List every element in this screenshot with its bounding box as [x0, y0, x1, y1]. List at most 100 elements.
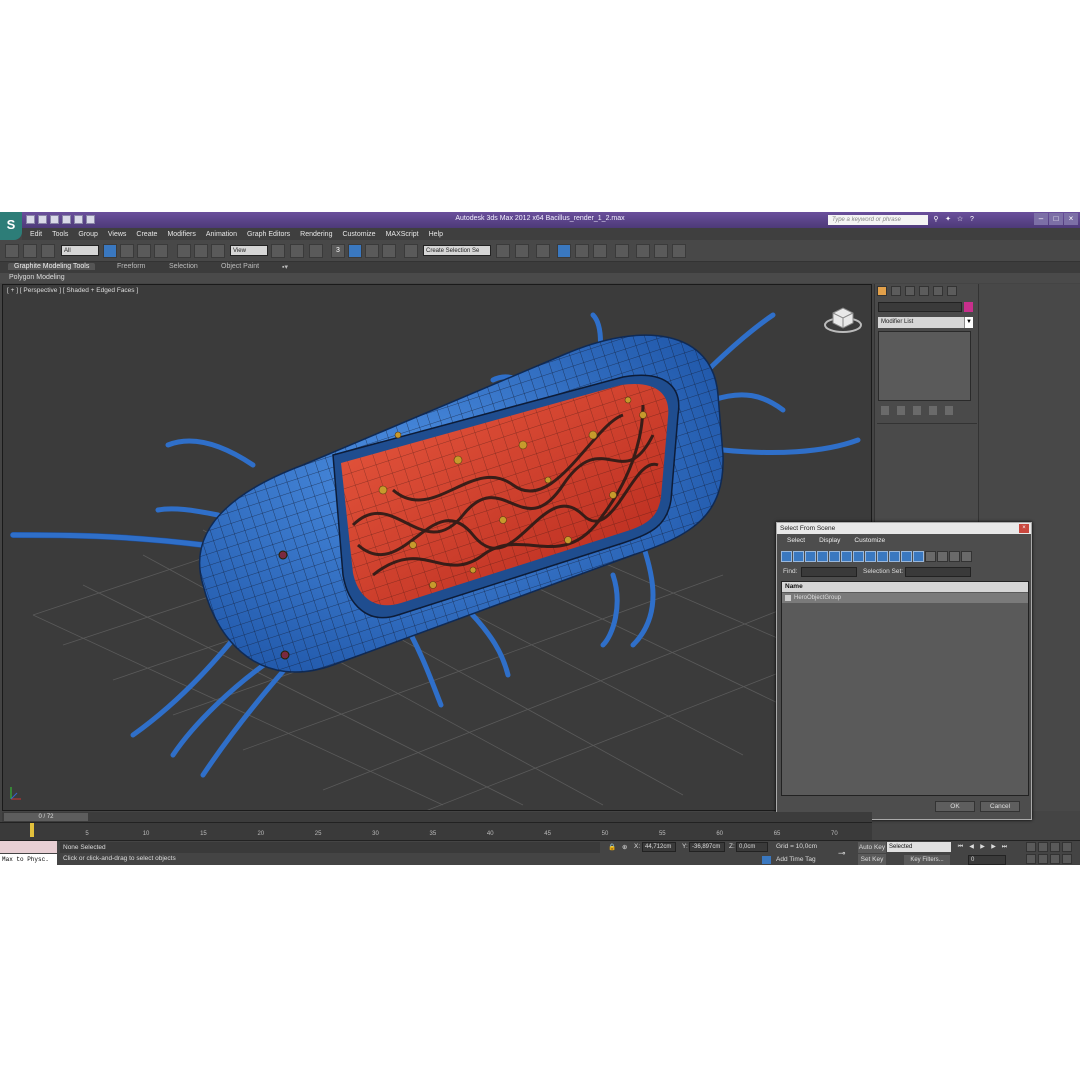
- lock-selection-icon[interactable]: 🔒: [608, 843, 616, 851]
- minimize-icon[interactable]: –: [1034, 213, 1048, 225]
- pin-stack-icon[interactable]: [881, 406, 889, 415]
- zoom-extents-icon[interactable]: [1050, 842, 1060, 852]
- maxscript-listener-input[interactable]: Max to Physc.: [0, 854, 57, 865]
- frozen-filter-icon[interactable]: [901, 551, 912, 562]
- z-coordinate-field[interactable]: 0,0cm: [736, 842, 768, 852]
- menu-customize[interactable]: Customize: [342, 231, 375, 238]
- curve-editor-icon[interactable]: [575, 244, 589, 258]
- select-object-icon[interactable]: [103, 244, 117, 258]
- modifier-list-dropdown[interactable]: Modifier List ▼: [878, 317, 973, 328]
- viewcube[interactable]: [823, 303, 863, 337]
- menu-rendering[interactable]: Rendering: [300, 231, 332, 238]
- time-slider[interactable]: 0 / 72: [2, 812, 872, 822]
- go-to-start-icon[interactable]: ⏮: [956, 843, 965, 851]
- modify-tab-icon[interactable]: [891, 286, 901, 296]
- object-list[interactable]: Name HeroObjectGroup: [781, 581, 1029, 796]
- configure-sets-icon[interactable]: [945, 406, 953, 415]
- bind-spacewarp-icon[interactable]: [41, 244, 55, 258]
- close-window-icon[interactable]: ×: [1064, 213, 1078, 225]
- find-input[interactable]: [801, 567, 857, 577]
- mirror-icon[interactable]: [496, 244, 510, 258]
- pivot-center-icon[interactable]: [271, 244, 285, 258]
- play-icon[interactable]: ▶: [978, 843, 987, 851]
- menu-tools[interactable]: Tools: [52, 231, 68, 238]
- selection-filter-dropdown[interactable]: All: [61, 245, 99, 256]
- communication-icon[interactable]: ☆: [956, 215, 964, 224]
- current-frame-field[interactable]: 0: [968, 855, 1006, 865]
- auto-key-button[interactable]: Auto Key: [858, 842, 886, 853]
- tab-selection[interactable]: Selection: [169, 263, 198, 270]
- binoculars-icon[interactable]: ⚲: [932, 215, 940, 224]
- close-icon[interactable]: ×: [1019, 524, 1029, 533]
- hierarchy-tab-icon[interactable]: [905, 286, 915, 296]
- field-of-view-icon[interactable]: [1026, 854, 1036, 864]
- select-all-icon[interactable]: [925, 551, 936, 562]
- window-crossing-icon[interactable]: [154, 244, 168, 258]
- hidden-filter-icon[interactable]: [913, 551, 924, 562]
- x-coordinate-field[interactable]: 44,712cm: [642, 842, 676, 852]
- time-slider-thumb[interactable]: 0 / 72: [4, 813, 88, 821]
- motion-tab-icon[interactable]: [919, 286, 929, 296]
- material-editor-icon[interactable]: [615, 244, 629, 258]
- utilities-tab-icon[interactable]: [947, 286, 957, 296]
- render-production-icon[interactable]: [672, 244, 686, 258]
- select-scale-icon[interactable]: [211, 244, 225, 258]
- angle-snap-icon[interactable]: [348, 244, 362, 258]
- zoom-extents-all-icon[interactable]: [1062, 842, 1072, 852]
- next-frame-icon[interactable]: ▶: [989, 843, 998, 851]
- filter-icon[interactable]: [961, 551, 972, 562]
- unlink-icon[interactable]: [23, 244, 37, 258]
- menu-maxscript[interactable]: MAXScript: [386, 231, 419, 238]
- pan-view-icon[interactable]: [1038, 854, 1048, 864]
- y-coordinate-field[interactable]: -36,897cm: [689, 842, 725, 852]
- select-manipulate-icon[interactable]: [290, 244, 304, 258]
- ok-button[interactable]: OK: [935, 801, 975, 812]
- selection-set-dropdown[interactable]: [905, 567, 971, 577]
- spinner-snap-icon[interactable]: [382, 244, 396, 258]
- percent-snap-icon[interactable]: [365, 244, 379, 258]
- list-item[interactable]: HeroObjectGroup: [782, 593, 1028, 603]
- menu-modifiers[interactable]: Modifiers: [167, 231, 195, 238]
- maximize-viewport-icon[interactable]: [1062, 854, 1072, 864]
- containers-filter-icon[interactable]: [889, 551, 900, 562]
- schematic-view-icon[interactable]: [593, 244, 607, 258]
- go-to-end-icon[interactable]: ⏭: [1000, 843, 1009, 851]
- menu-create[interactable]: Create: [136, 231, 157, 238]
- subscription-icon[interactable]: ✦: [944, 215, 952, 224]
- transform-mode-icon[interactable]: ⊕: [622, 843, 627, 851]
- tab-graphite-modeling-tools[interactable]: Graphite Modeling Tools: [8, 263, 96, 270]
- panel-polygon-modeling[interactable]: Polygon Modeling: [9, 274, 65, 281]
- remove-modifier-icon[interactable]: [929, 406, 937, 415]
- dialog-menu-display[interactable]: Display: [819, 537, 840, 548]
- xrefs-filter-icon[interactable]: [865, 551, 876, 562]
- search-input[interactable]: Type a keyword or phrase: [828, 215, 928, 225]
- groups-filter-icon[interactable]: [853, 551, 864, 562]
- menu-help[interactable]: Help: [429, 231, 443, 238]
- menu-animation[interactable]: Animation: [206, 231, 237, 238]
- key-mode-dropdown[interactable]: Selected: [887, 842, 951, 852]
- dialog-menu-select[interactable]: Select: [787, 537, 805, 548]
- rectangular-selection-icon[interactable]: [137, 244, 151, 258]
- make-unique-icon[interactable]: [913, 406, 921, 415]
- tab-object-paint[interactable]: Object Paint: [221, 263, 259, 270]
- dialog-menu-customize[interactable]: Customize: [854, 537, 885, 548]
- zoom-all-icon[interactable]: [1038, 842, 1048, 852]
- spacewarps-filter-icon[interactable]: [841, 551, 852, 562]
- render-setup-icon[interactable]: [636, 244, 650, 258]
- display-tab-icon[interactable]: [933, 286, 943, 296]
- key-filters-button[interactable]: Key Filters...: [904, 855, 950, 865]
- create-tab-icon[interactable]: [877, 286, 887, 296]
- snaps-toggle-icon[interactable]: 3: [331, 244, 345, 258]
- ribbon-options-icon[interactable]: ▪▾: [282, 263, 288, 271]
- select-invert-icon[interactable]: [949, 551, 960, 562]
- menu-graph-editors[interactable]: Graph Editors: [247, 231, 290, 238]
- track-bar[interactable]: 5 10 15 20 25 30 35 40 45 50 55 60 65 70: [0, 822, 872, 840]
- link-icon[interactable]: [5, 244, 19, 258]
- graphite-toggle-icon[interactable]: [557, 244, 571, 258]
- cancel-button[interactable]: Cancel: [980, 801, 1020, 812]
- menu-group[interactable]: Group: [78, 231, 97, 238]
- orbit-icon[interactable]: [1050, 854, 1060, 864]
- rendered-frame-window-icon[interactable]: [654, 244, 668, 258]
- set-key-button[interactable]: Set Key: [858, 854, 886, 865]
- geometry-filter-icon[interactable]: [781, 551, 792, 562]
